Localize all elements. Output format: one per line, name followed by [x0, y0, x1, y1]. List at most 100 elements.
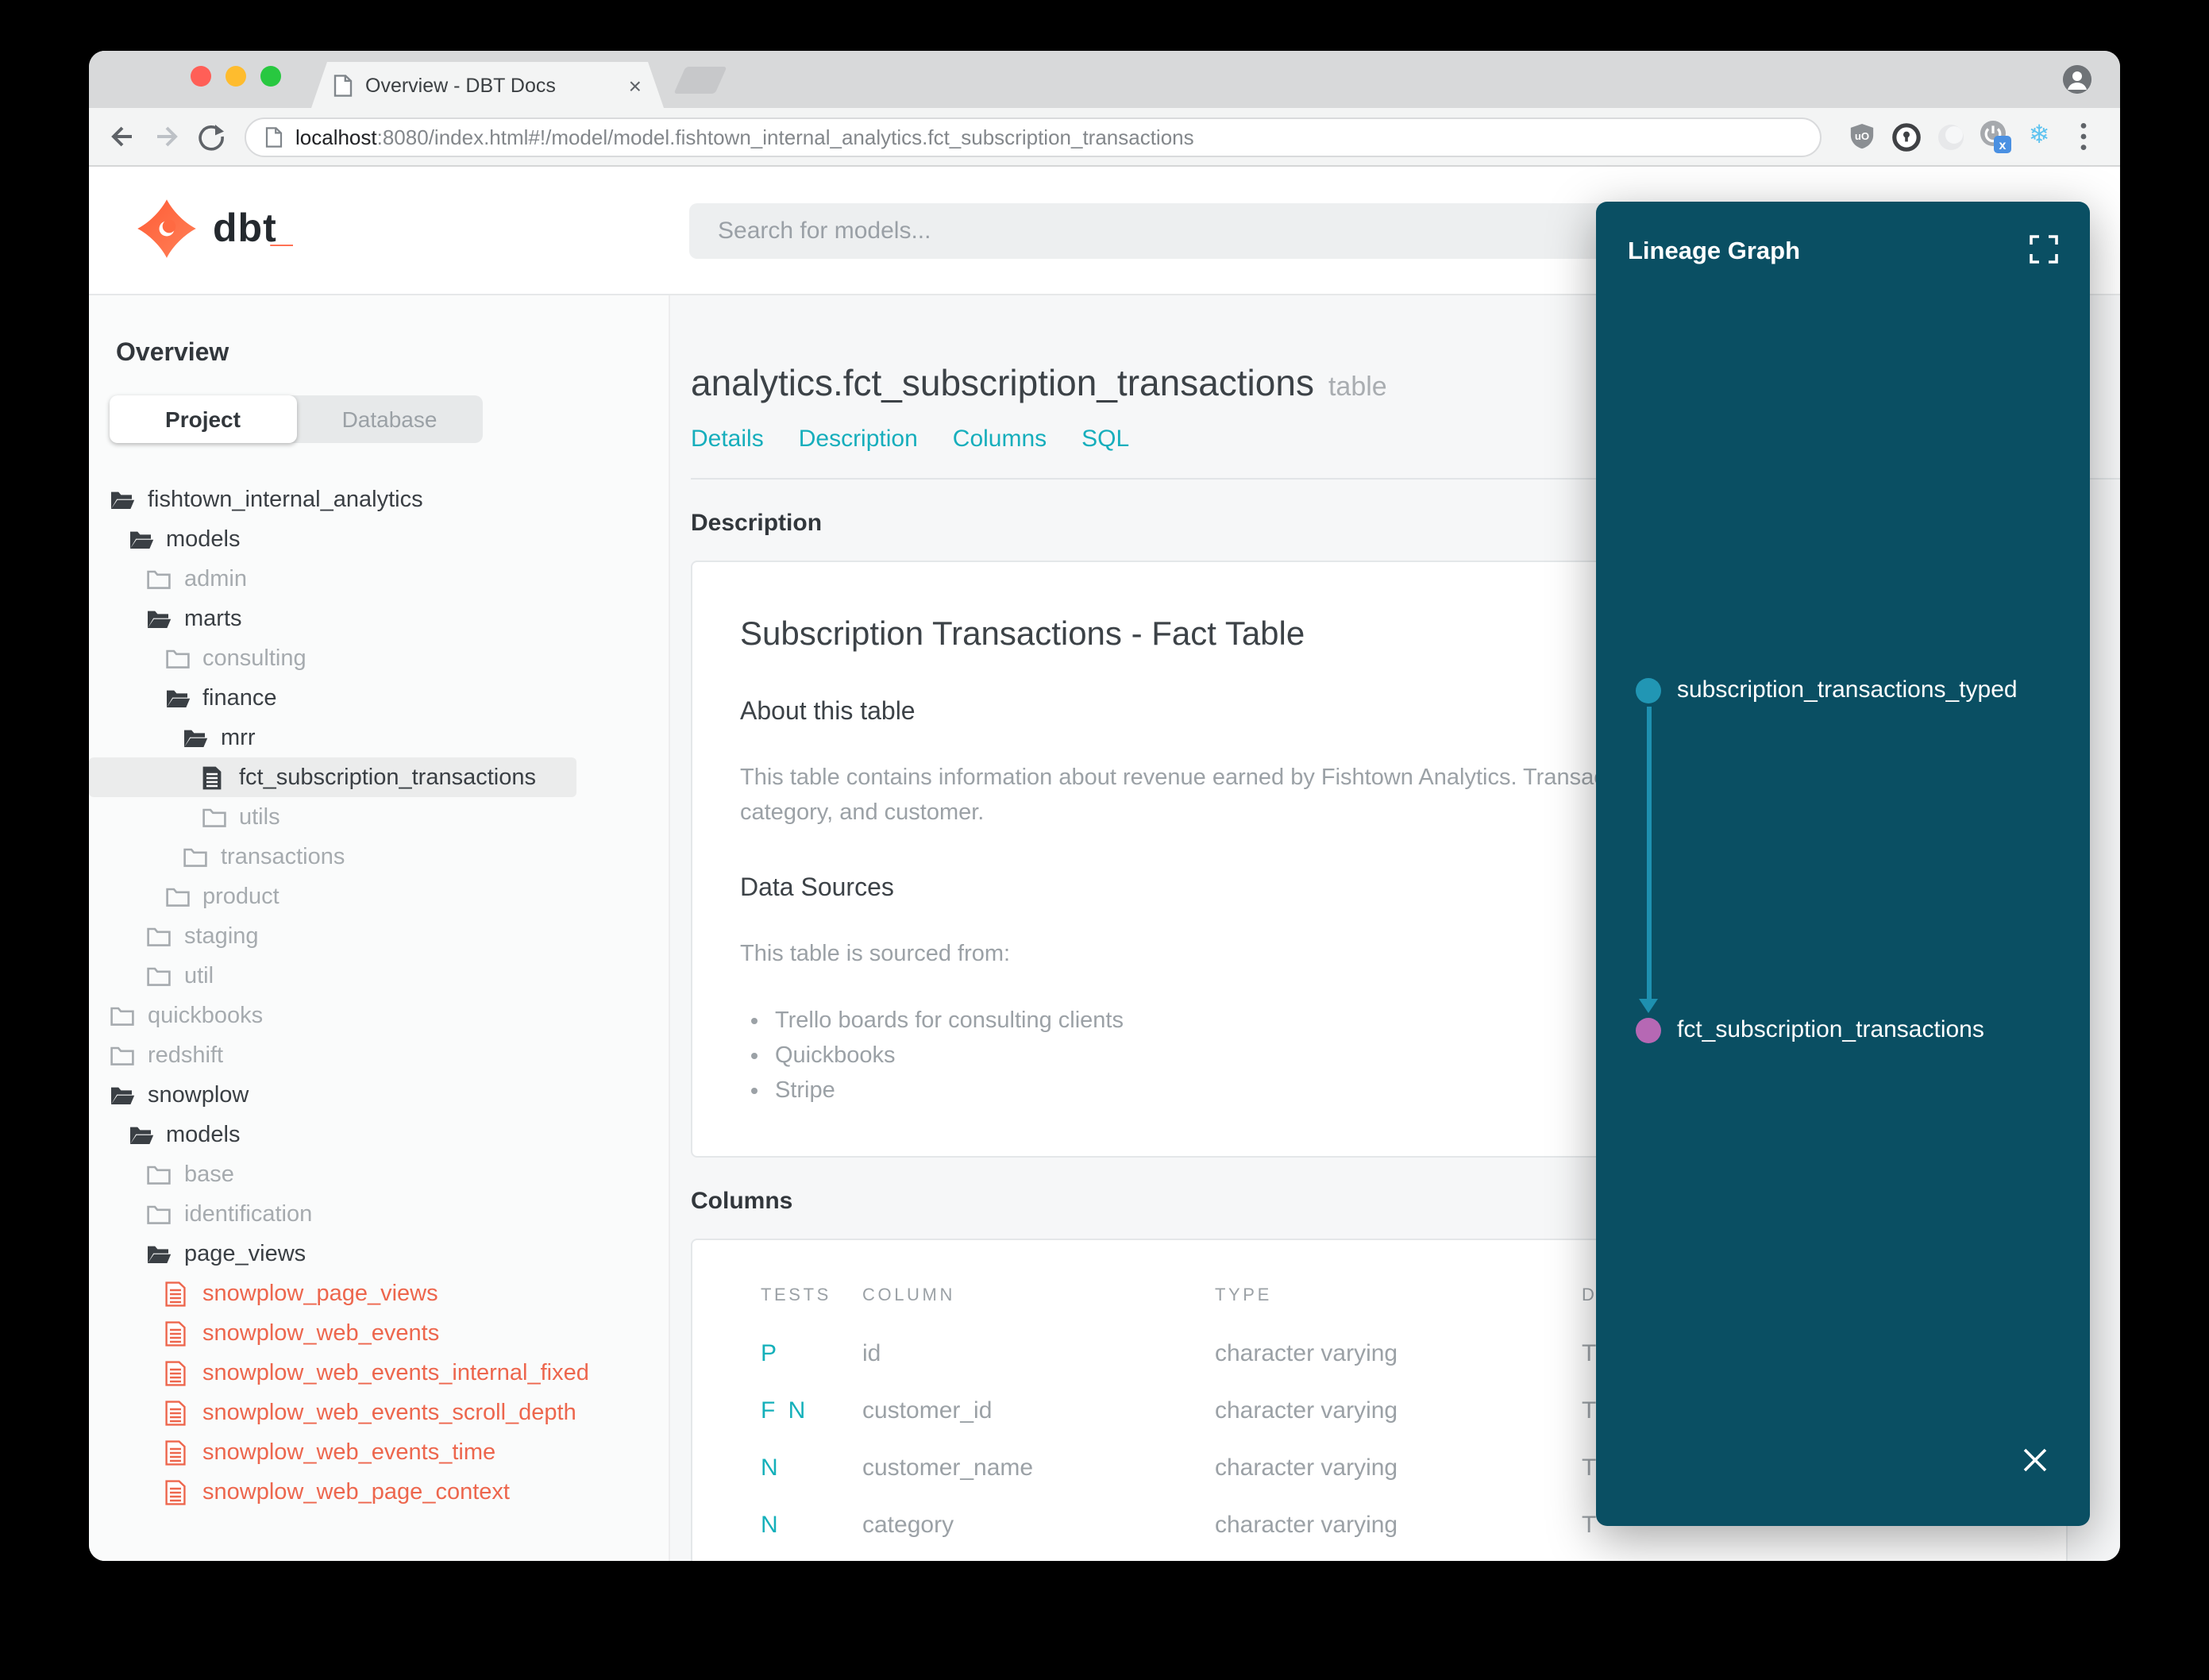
profile-avatar[interactable]: [2063, 65, 2091, 94]
dbt-logo[interactable]: dbt_: [137, 198, 293, 259]
tree-item-label: util: [184, 963, 214, 988]
tab-sql[interactable]: SQL: [1081, 426, 1129, 453]
sidebar-title: Overview: [116, 340, 229, 367]
column-type: character varying: [1215, 1397, 1398, 1424]
tree-item-consulting[interactable]: consulting: [89, 638, 669, 678]
folder-open-icon: [110, 487, 135, 512]
tree-item-utils[interactable]: utils: [89, 797, 669, 837]
logo-text: dbt: [213, 206, 277, 250]
toggle-database[interactable]: Database: [296, 395, 483, 443]
circle-extension-icon[interactable]: [1933, 119, 1968, 154]
model-file-icon: [164, 1320, 190, 1346]
tab-details[interactable]: Details: [691, 426, 764, 453]
folder-closed-icon: [201, 804, 226, 830]
lineage-arrowhead: [1639, 999, 1658, 1013]
tree-item-marts[interactable]: marts: [89, 599, 669, 638]
tree-item-base[interactable]: base: [89, 1154, 669, 1194]
column-name: id: [862, 1339, 881, 1366]
lineage-node-subscription_transactions_typed[interactable]: subscription_transactions_typed: [1636, 676, 2018, 703]
toggle-project[interactable]: Project: [110, 395, 296, 443]
menu-dots-icon[interactable]: [2066, 119, 2101, 154]
zoom-window-button[interactable]: [260, 66, 281, 87]
tree-item-snowplow_web_events_scroll_depth[interactable]: snowplow_web_events_scroll_depth: [89, 1393, 669, 1432]
tree-item-redshift[interactable]: redshift: [89, 1035, 669, 1075]
column-header-column: COLUMN: [862, 1286, 955, 1305]
tree-item-label: utils: [239, 804, 280, 830]
folder-closed-icon: [146, 923, 172, 949]
tests-badges: P: [761, 1339, 781, 1366]
lineage-graph-panel: Lineage Graph subscription_transactions_…: [1596, 202, 2090, 1526]
tree-item-snowplow[interactable]: snowplow: [89, 1075, 669, 1115]
model-file-icon: [164, 1360, 190, 1385]
tree-item-fct_subscription_transactions[interactable]: fct_subscription_transactions: [89, 757, 669, 797]
lineage-title: Lineage Graph: [1628, 238, 1801, 265]
tab-description[interactable]: Description: [799, 426, 918, 453]
tree-item-label: identification: [184, 1201, 313, 1227]
tree-item-label: snowplow_web_events_time: [202, 1439, 496, 1465]
lineage-close-icon[interactable]: [2022, 1447, 2049, 1482]
document-icon: [265, 126, 283, 147]
tree-item-label: admin: [184, 566, 247, 591]
tab-close-icon[interactable]: ×: [629, 72, 642, 98]
tree-item-label: fct_subscription_transactions: [239, 765, 536, 790]
folder-open-icon: [146, 606, 172, 631]
onepassword-icon[interactable]: [1888, 119, 1923, 154]
svg-text:uO: uO: [1854, 130, 1868, 142]
tree-item-label: snowplow_web_events: [202, 1320, 440, 1346]
model-file-icon: [201, 765, 226, 790]
tree-item-label: staging: [184, 923, 259, 949]
tree-item-snowplow_web_page_context[interactable]: snowplow_web_page_context: [89, 1472, 669, 1512]
tab-title: Overview - DBT Docs: [365, 74, 556, 96]
browser-tab[interactable]: Overview - DBT Docs ×: [311, 62, 664, 108]
tree-item-snowplow_web_events[interactable]: snowplow_web_events: [89, 1313, 669, 1353]
back-button[interactable]: [105, 119, 140, 154]
tree-item-label: consulting: [202, 645, 306, 671]
tree-item-snowplow_web_events_time[interactable]: snowplow_web_events_time: [89, 1432, 669, 1472]
close-window-button[interactable]: [191, 66, 211, 87]
column-type: character varying: [1215, 1454, 1398, 1481]
tree-item-label: quickbooks: [148, 1003, 264, 1028]
tree-item-label: page_views: [184, 1241, 306, 1266]
tree-item-staging[interactable]: staging: [89, 916, 669, 956]
column-name: customer_name: [862, 1454, 1034, 1481]
folder-closed-icon: [164, 884, 190, 909]
tree-item-label: finance: [202, 685, 277, 711]
tree-item-snowplow_page_views[interactable]: snowplow_page_views: [89, 1273, 669, 1313]
snowflake-icon[interactable]: ❄: [2022, 119, 2057, 154]
tree-item-mrr[interactable]: mrr: [89, 718, 669, 757]
reload-button[interactable]: [194, 119, 229, 154]
table-row-date_month[interactable]: Ndate_monthdateThis column indicates ...…: [761, 1553, 2066, 1561]
tree-item-transactions[interactable]: transactions: [89, 837, 669, 877]
node-dot: [1636, 1017, 1661, 1042]
tree-item-fishtown_internal_analytics[interactable]: fishtown_internal_analytics: [89, 480, 669, 519]
tree-item-label: models: [166, 1122, 241, 1147]
new-tab-button[interactable]: [673, 67, 727, 94]
power-extension-icon[interactable]: x: [1977, 119, 2012, 154]
tests-badges: F N: [761, 1397, 809, 1424]
tree-item-models[interactable]: models: [89, 519, 669, 559]
folder-open-icon: [110, 1082, 135, 1108]
tab-columns[interactable]: Columns: [953, 426, 1047, 453]
tree-item-page_views[interactable]: page_views: [89, 1234, 669, 1273]
lineage-node-fct_subscription_transactions[interactable]: fct_subscription_transactions: [1636, 1016, 1984, 1043]
tree-item-label: models: [166, 526, 241, 552]
tree-item-finance[interactable]: finance: [89, 678, 669, 718]
folder-open-icon: [146, 1241, 172, 1266]
minimize-window-button[interactable]: [226, 66, 246, 87]
model-file-icon: [164, 1400, 190, 1425]
ublock-icon[interactable]: uO: [1844, 119, 1879, 154]
tree-item-quickbooks[interactable]: quickbooks: [89, 996, 669, 1035]
person-icon: [2063, 65, 2091, 94]
browser-titlebar: Overview - DBT Docs ×: [89, 51, 2120, 108]
column-type: character varying: [1215, 1511, 1398, 1538]
fullscreen-icon[interactable]: [2030, 235, 2058, 272]
tree-item-identification[interactable]: identification: [89, 1194, 669, 1234]
tree-item-product[interactable]: product: [89, 877, 669, 916]
forward-button[interactable]: [149, 119, 184, 154]
tree-item-admin[interactable]: admin: [89, 559, 669, 599]
tree-item-models[interactable]: models: [89, 1115, 669, 1154]
url-bar[interactable]: localhost:8080/index.html#!/model/model.…: [245, 117, 1822, 156]
column-header-tests: TESTS: [761, 1286, 831, 1305]
tree-item-snowplow_web_events_internal_fixed[interactable]: snowplow_web_events_internal_fixed: [89, 1353, 669, 1393]
tree-item-util[interactable]: util: [89, 956, 669, 996]
